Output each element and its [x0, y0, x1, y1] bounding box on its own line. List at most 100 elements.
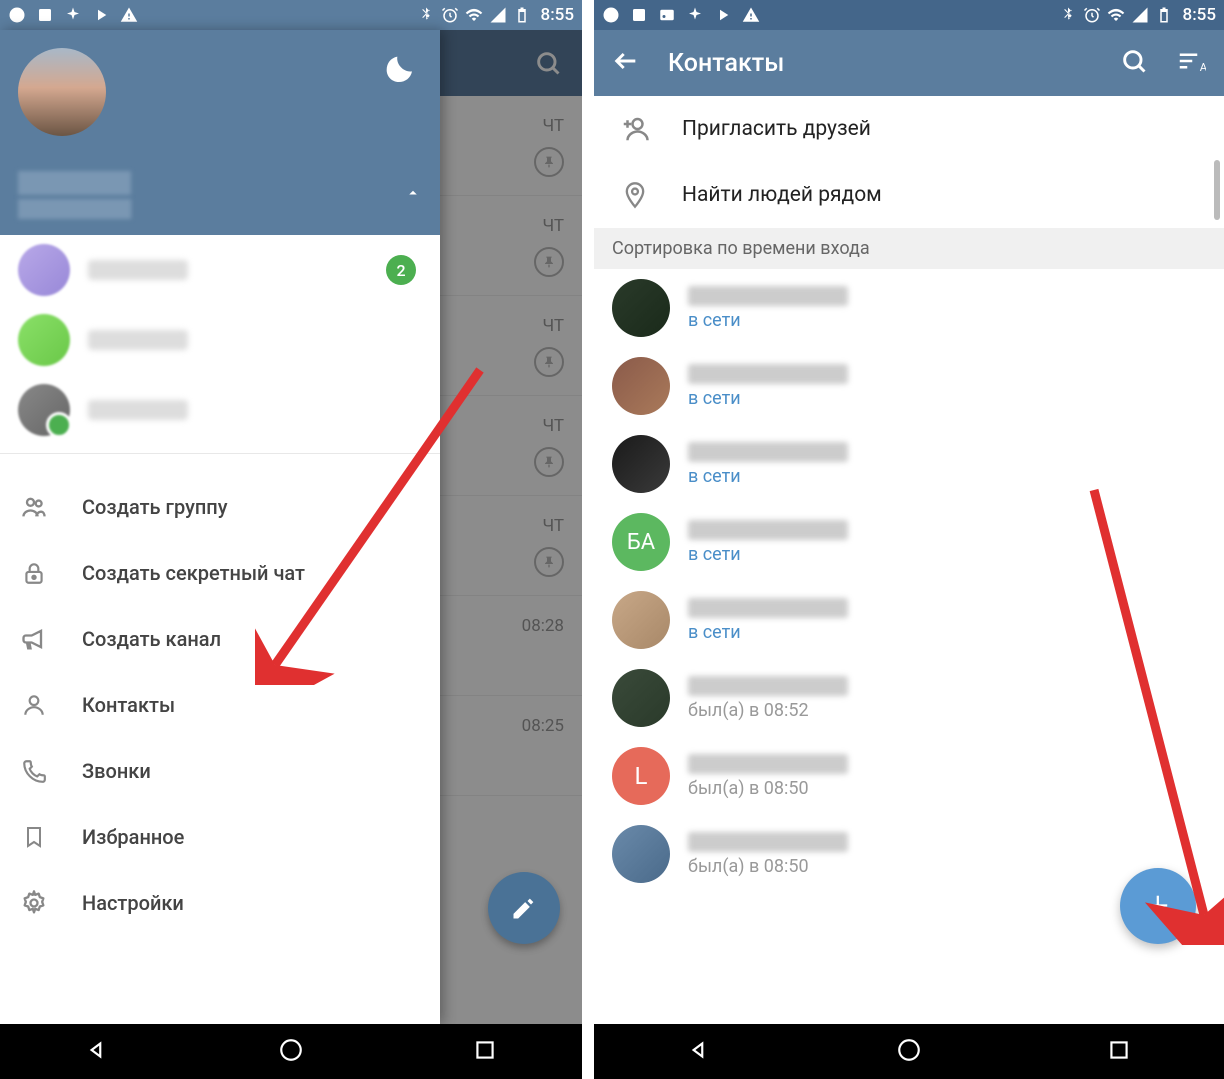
- contact-status: в сети: [688, 310, 848, 331]
- unread-badge: 2: [386, 255, 416, 285]
- contact-row[interactable]: Lбыл(а) в 08:50: [594, 737, 1224, 815]
- status-icon: [92, 6, 110, 24]
- nav-home[interactable]: [278, 1037, 304, 1067]
- contact-avatar: [612, 357, 670, 415]
- contact-status: в сети: [688, 466, 848, 487]
- phone-left: 8:55 ✓✓ЧТ ЧТ ЧТ ✓✓ЧТkak-v.. ЧТm -iz ✓✓08…: [0, 0, 582, 1079]
- megaphone-icon: [18, 625, 50, 653]
- status-icon: [602, 6, 620, 24]
- person-icon: [18, 692, 50, 718]
- contact-row[interactable]: БАв сети: [594, 503, 1224, 581]
- contact-avatar: [612, 825, 670, 883]
- user-phone: ██████████: [18, 199, 131, 219]
- contact-row[interactable]: в сети: [594, 425, 1224, 503]
- account-row[interactable]: 2: [0, 235, 440, 305]
- contact-status: был(а) в 08:50: [688, 778, 848, 799]
- contact-name: [688, 442, 848, 462]
- status-icon: [64, 6, 82, 24]
- signal-icon: [489, 6, 507, 24]
- status-bar: 8:55: [594, 0, 1224, 30]
- menu-label: Контакты: [82, 693, 175, 717]
- contact-avatar: БА: [612, 513, 670, 571]
- nav-back[interactable]: [686, 1037, 712, 1067]
- contact-name: [688, 676, 848, 696]
- account-avatar: [18, 314, 70, 366]
- accounts-list: 2: [0, 235, 440, 445]
- battery-icon: [513, 6, 531, 24]
- bluetooth-icon: [1059, 6, 1077, 24]
- signal-icon: [1131, 6, 1149, 24]
- contact-name: [688, 520, 848, 540]
- location-icon: [618, 181, 652, 209]
- account-name: [88, 260, 188, 280]
- alarm-icon: [1083, 6, 1101, 24]
- invite-icon: [618, 114, 652, 144]
- wifi-icon: [1107, 6, 1125, 24]
- contact-name: [688, 286, 848, 306]
- divider: [0, 453, 440, 454]
- status-icon: [686, 6, 704, 24]
- status-time: 8:55: [541, 5, 574, 25]
- nav-bar: [594, 1024, 1224, 1079]
- nearby-row[interactable]: Найти людей рядом: [594, 162, 1224, 228]
- menu-label: Создать секретный чат: [82, 561, 305, 585]
- nav-home[interactable]: [896, 1037, 922, 1067]
- menu-label: Создать канал: [82, 627, 221, 651]
- menu-label: Избранное: [82, 825, 184, 849]
- status-icon: [658, 6, 676, 24]
- menu-create-group[interactable]: Создать группу: [0, 474, 440, 540]
- menu-saved[interactable]: Избранное: [0, 804, 440, 870]
- account-avatar: [18, 384, 70, 436]
- account-name: [88, 400, 188, 420]
- account-row[interactable]: [0, 305, 440, 375]
- sort-icon[interactable]: A: [1176, 46, 1206, 80]
- night-mode-icon[interactable]: [384, 54, 416, 90]
- compose-fab[interactable]: [488, 872, 560, 944]
- svg-text:A: A: [1200, 61, 1206, 74]
- user-avatar[interactable]: [18, 48, 106, 136]
- alarm-icon: [441, 6, 459, 24]
- contact-row[interactable]: был(а) в 08:52: [594, 659, 1224, 737]
- contact-name: [688, 754, 848, 774]
- contact-row[interactable]: в сети: [594, 581, 1224, 659]
- phone-icon: [18, 758, 50, 784]
- action-label: Пригласить друзей: [682, 117, 871, 141]
- menu-label: Звонки: [82, 759, 151, 783]
- section-header: Сортировка по времени входа: [594, 228, 1224, 269]
- bluetooth-icon: [417, 6, 435, 24]
- scroll-indicator[interactable]: [1214, 160, 1220, 220]
- nav-back[interactable]: [84, 1037, 110, 1067]
- back-icon[interactable]: [612, 47, 640, 79]
- menu-label: Настройки: [82, 891, 184, 915]
- nav-recent[interactable]: [472, 1037, 498, 1067]
- action-label: Найти людей рядом: [682, 183, 882, 207]
- invite-friends-row[interactable]: Пригласить друзей: [594, 96, 1224, 162]
- contact-status: в сети: [688, 622, 848, 643]
- lock-icon: [18, 560, 50, 586]
- contact-row[interactable]: в сети: [594, 347, 1224, 425]
- menu-contacts[interactable]: Контакты: [0, 672, 440, 738]
- contact-name: [688, 832, 848, 852]
- nav-recent[interactable]: [1106, 1037, 1132, 1067]
- warning-icon: [742, 6, 760, 24]
- account-row[interactable]: [0, 375, 440, 445]
- contact-status: был(а) в 08:50: [688, 856, 848, 877]
- search-icon[interactable]: [1120, 47, 1148, 79]
- battery-icon: [1155, 6, 1173, 24]
- toolbar: Контакты A: [594, 30, 1224, 96]
- contact-avatar: [612, 279, 670, 337]
- contact-status: был(а) в 08:52: [688, 700, 848, 721]
- menu-secret-chat[interactable]: Создать секретный чат: [0, 540, 440, 606]
- menu-create-channel[interactable]: Создать канал: [0, 606, 440, 672]
- user-name: ████: [18, 171, 131, 195]
- navigation-drawer: ████ ██████████ 2: [0, 30, 440, 1024]
- account-name: [88, 330, 188, 350]
- contact-name: [688, 364, 848, 384]
- menu-calls[interactable]: Звонки: [0, 738, 440, 804]
- contact-row[interactable]: в сети: [594, 269, 1224, 347]
- wifi-icon: [465, 6, 483, 24]
- menu-settings[interactable]: Настройки: [0, 870, 440, 936]
- account-avatar: [18, 244, 70, 296]
- expand-icon[interactable]: [404, 184, 422, 206]
- add-contact-fab[interactable]: +: [1120, 868, 1196, 944]
